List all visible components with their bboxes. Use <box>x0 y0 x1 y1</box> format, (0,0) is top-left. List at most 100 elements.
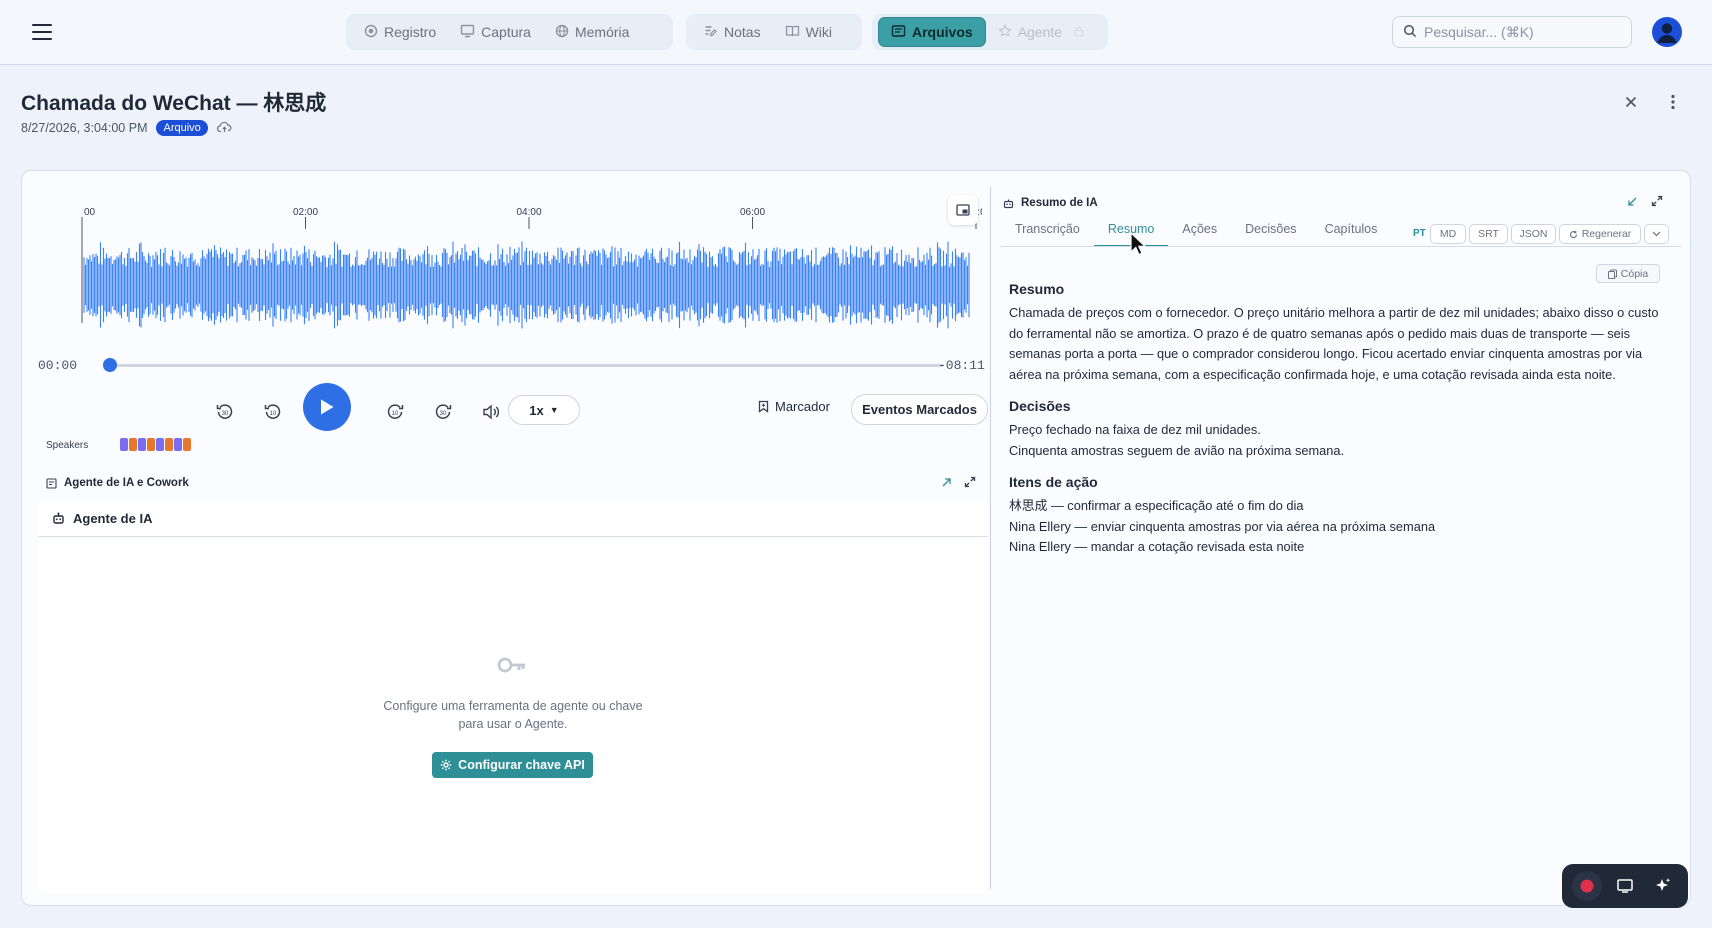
tab-capitulos[interactable]: Capítulos <box>1311 217 1392 247</box>
nav-item-memoria[interactable]: Memória <box>543 17 641 47</box>
mouse-cursor <box>1130 231 1147 259</box>
nav-group-notes: Notas Wiki <box>686 14 862 50</box>
nav-item-notas[interactable]: Notas <box>692 17 773 47</box>
action-item: 林思成 — confirmar a especificação até o fi… <box>1009 498 1304 513</box>
nav-item-registro[interactable]: Registro <box>352 17 448 47</box>
cloud-upload-icon[interactable] <box>216 121 232 136</box>
user-avatar[interactable] <box>1652 17 1682 47</box>
expand-icon[interactable] <box>1651 195 1663 210</box>
agent-empty-message: Configure uma ferramenta de agente ou ch… <box>38 697 988 733</box>
open-external-icon[interactable] <box>941 476 952 491</box>
bookmark-icon <box>758 400 769 413</box>
nav-item-arquivos[interactable]: Arquivos <box>878 17 986 47</box>
decision-item: Cinquenta amostras seguem de avião na pr… <box>1009 442 1345 458</box>
timeline-tick-label: 02:00 <box>293 207 318 218</box>
playback-speed-select[interactable]: 1x ▼ <box>508 395 580 425</box>
marker-label: Marcador <box>775 399 830 414</box>
nav-label: Captura <box>481 24 531 40</box>
agent-panel-title: Agente de IA <box>73 511 153 526</box>
rewind-10-icon: 10 <box>264 404 281 419</box>
waveform-bars <box>83 241 970 329</box>
search-input[interactable] <box>1424 24 1614 40</box>
export-json-button[interactable]: JSON <box>1511 224 1556 244</box>
caret-down-icon: ▼ <box>549 405 559 415</box>
agent-panel: Agente de IA Configure uma ferramenta de… <box>38 501 988 893</box>
decision-item: Preço fechado na faixa de dez mil unidad… <box>1009 422 1261 437</box>
recording-datetime: 8/27/2026, 3:04:00 PM <box>21 121 148 135</box>
ai-summary-title: Resumo de IA <box>1021 197 1098 209</box>
lock-icon <box>1074 24 1084 40</box>
play-button[interactable] <box>303 383 351 431</box>
recording-card: 0002:0004:0006:0008:0 00:00 -08:11 30 10… <box>21 170 1691 906</box>
speaker-segment[interactable] <box>165 438 173 451</box>
skip-forward-10-button[interactable]: 10 <box>382 399 408 425</box>
search-box[interactable] <box>1392 16 1632 48</box>
export-md-button[interactable]: MD <box>1430 224 1466 244</box>
skip-back-10-button[interactable]: 10 <box>260 399 286 425</box>
summary-heading: Resumo <box>1009 281 1065 297</box>
elapsed-time: 00:00 <box>38 358 78 373</box>
page-title: Chamada do WeChat — 林思成 <box>21 92 327 115</box>
record-button[interactable] <box>1572 871 1602 901</box>
configure-api-key-button[interactable]: Configurar chave API <box>432 752 593 778</box>
svg-text:30: 30 <box>222 411 229 417</box>
nav-label: Agente <box>1017 24 1063 40</box>
collapse-icon[interactable] <box>1627 195 1638 210</box>
svg-text:10: 10 <box>270 411 277 417</box>
nav-label: Notas <box>724 24 761 40</box>
tab-transcricao[interactable]: Transcrição <box>1001 217 1094 247</box>
speaker-segment[interactable] <box>156 438 164 451</box>
nav-item-captura[interactable]: Captura <box>448 17 543 47</box>
seek-handle[interactable] <box>103 358 117 372</box>
picture-in-picture-button[interactable] <box>948 195 978 225</box>
more-options-icon[interactable] <box>1663 92 1683 112</box>
panel-divider[interactable] <box>990 187 991 889</box>
ai-summary-header: Resumo de IA <box>1003 197 1098 209</box>
refresh-icon <box>1569 230 1577 238</box>
speaker-segment[interactable] <box>147 438 155 451</box>
agent-section-header: Agente de IA e Cowork <box>46 477 189 489</box>
action-item: Nina Ellery — mandar a cotação revisada … <box>1009 539 1305 554</box>
ai-assistant-button[interactable] <box>1648 871 1678 901</box>
waveform-chart[interactable]: 0002:0004:0006:0008:0 <box>62 205 986 345</box>
summary-tabs: Transcrição Resumo Ações Decisões Capítu… <box>1001 217 1391 247</box>
speaker-segment[interactable] <box>138 438 146 451</box>
record-icon <box>364 24 378 41</box>
speaker-segment[interactable] <box>120 438 128 451</box>
hamburger-icon[interactable] <box>30 21 54 43</box>
robot-icon <box>53 512 64 524</box>
close-icon[interactable] <box>1621 92 1641 112</box>
speaker-segment[interactable] <box>129 438 137 451</box>
timeline-tick-label: 06:00 <box>740 207 765 218</box>
add-marker-button[interactable]: Marcador <box>758 399 830 414</box>
tab-decisoes[interactable]: Decisões <box>1231 217 1310 247</box>
screen-icon <box>1617 879 1633 893</box>
regenerate-options-button[interactable] <box>1644 224 1669 244</box>
regenerate-button[interactable]: Regenerar <box>1559 224 1641 244</box>
marked-events-button[interactable]: Eventos Marcados <box>851 394 988 425</box>
globe-icon <box>555 24 569 41</box>
expand-icon[interactable] <box>964 476 976 491</box>
skip-forward-30-button[interactable]: 30 <box>430 399 456 425</box>
status-badge: Arquivo <box>156 120 208 136</box>
speakers-label: Speakers <box>46 440 89 451</box>
speaker-segment[interactable] <box>183 438 191 451</box>
pip-icon <box>956 204 970 216</box>
configure-api-key-label: Configurar chave API <box>458 758 585 772</box>
skip-back-30-button[interactable]: 30 <box>212 399 238 425</box>
waveform[interactable]: 0002:0004:0006:0008:0 <box>62 205 986 345</box>
tab-acoes[interactable]: Ações <box>1168 217 1231 247</box>
language-selector[interactable]: PT <box>1413 228 1426 239</box>
top-bar: Registro Captura Memória Notas Wiki Arqu… <box>0 0 1712 65</box>
action-item: Nina Ellery — enviar cinquenta amostras … <box>1009 518 1436 534</box>
speaker-segment[interactable] <box>174 438 182 451</box>
user-icon <box>1657 23 1677 43</box>
nav-item-agente[interactable]: Agente <box>986 17 1096 47</box>
speaker-timeline[interactable] <box>120 438 191 451</box>
nav-item-wiki[interactable]: Wiki <box>773 17 844 47</box>
seek-bar[interactable] <box>110 364 944 367</box>
export-srt-button[interactable]: SRT <box>1469 224 1508 244</box>
volume-button[interactable] <box>478 399 504 425</box>
pen-lines-icon <box>704 24 718 41</box>
screen-capture-button[interactable] <box>1610 871 1640 901</box>
